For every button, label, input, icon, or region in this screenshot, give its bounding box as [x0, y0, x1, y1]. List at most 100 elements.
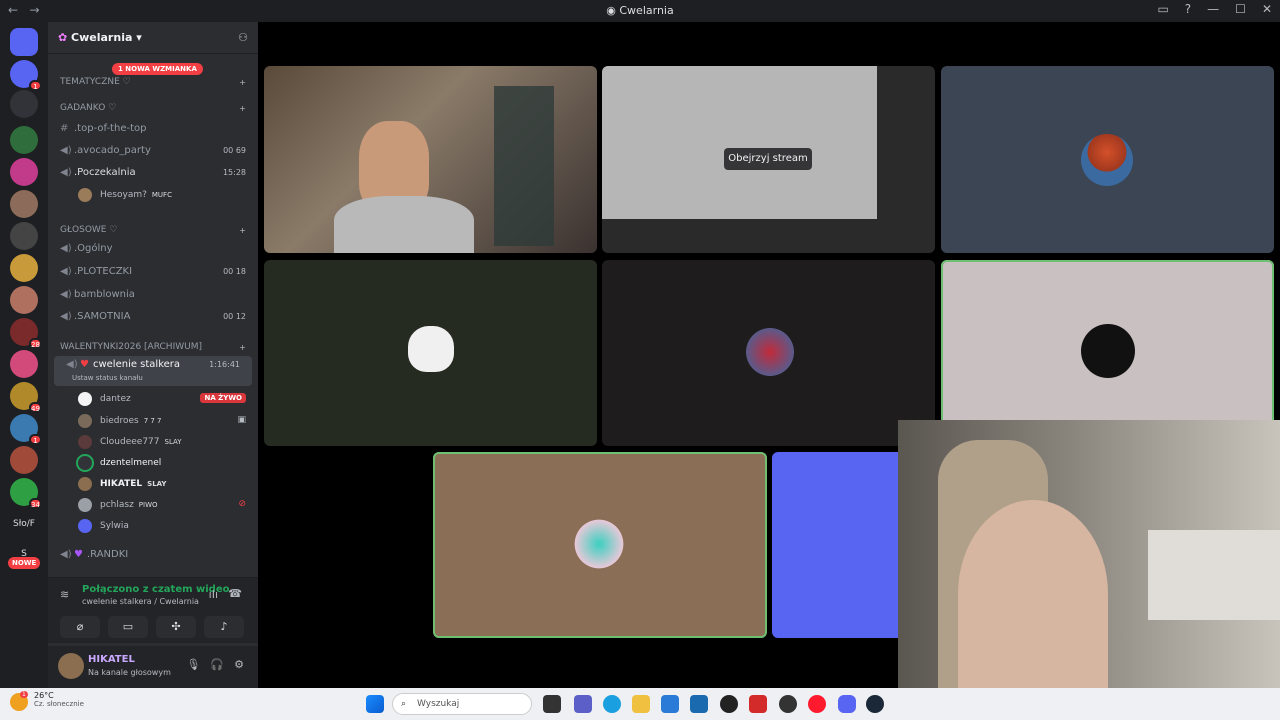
- channel-count: 00 69: [223, 145, 246, 155]
- voice-user[interactable]: Sylwia: [78, 517, 129, 535]
- app-icon[interactable]: [690, 695, 708, 713]
- server-icon[interactable]: [10, 446, 38, 474]
- server-discord-icon[interactable]: 1: [10, 60, 42, 91]
- minimize-icon[interactable]: —: [1207, 2, 1219, 16]
- server-icon[interactable]: [10, 158, 38, 186]
- channel-ploteczki[interactable]: ◀) .PLOTECZKI 00 18: [48, 261, 258, 281]
- disconnect-icon[interactable]: ☎: [228, 587, 242, 600]
- video-tile-partial[interactable]: [772, 452, 900, 638]
- add-channel-icon[interactable]: +: [239, 78, 246, 87]
- discord-icon[interactable]: [838, 695, 856, 713]
- video-tile-avatar[interactable]: [941, 66, 1274, 253]
- voice-user-speaking[interactable]: dzentelmenel: [76, 454, 161, 472]
- add-channel-icon[interactable]: +: [239, 226, 246, 235]
- weather-temp: 26°C: [34, 691, 54, 700]
- voice-user[interactable]: dantez: [78, 390, 131, 408]
- voice-user[interactable]: Cloudeee777 SLAY: [78, 433, 182, 451]
- video-tile-avatar[interactable]: [264, 260, 597, 446]
- watch-stream-button[interactable]: Obejrzyj stream: [724, 148, 812, 170]
- taskbar-search[interactable]: ⌕ Wyszukaj: [392, 693, 532, 715]
- heart-icon: ♥: [74, 548, 83, 560]
- edge-icon[interactable]: [603, 695, 621, 713]
- voice-user[interactable]: HIKATEL SLAY: [78, 475, 166, 493]
- channel-cwelenie-stalkera[interactable]: ◀) ♥ cwelenie stalkera 1:16:41 Ustaw sta…: [54, 356, 252, 386]
- server-icon[interactable]: 49: [10, 382, 42, 413]
- server-icon[interactable]: [10, 190, 38, 218]
- channel-poczekalnia[interactable]: ◀) .Poczekalnia 15:28: [48, 162, 258, 182]
- avatar: [76, 454, 94, 472]
- windows-taskbar: 1 26°C Cz. słonecznie ⌕ Wyszukaj: [0, 688, 1280, 720]
- add-member-icon[interactable]: ⚇: [238, 31, 248, 44]
- server-icon[interactable]: 28: [10, 318, 42, 349]
- user-name[interactable]: HIKATEL: [88, 654, 135, 665]
- app-icon[interactable]: [779, 695, 797, 713]
- windows-start-icon[interactable]: [366, 695, 384, 713]
- user-avatar[interactable]: [58, 653, 84, 679]
- video-tile-camera[interactable]: [264, 66, 597, 253]
- avatar: [78, 477, 92, 491]
- video-tile-avatar[interactable]: [602, 260, 935, 446]
- channel-count: 00 18: [223, 266, 246, 276]
- category-tematyczne[interactable]: TEMATYCZNE ♡ +: [48, 72, 258, 92]
- soundboard-button[interactable]: ♪: [204, 616, 244, 638]
- category-gadanko[interactable]: GADANKO ♡ +: [48, 98, 258, 118]
- app-icon[interactable]: [749, 695, 767, 713]
- video-tile-stream[interactable]: Obejrzyj stream: [602, 66, 935, 253]
- inbox-icon[interactable]: ▭: [1157, 2, 1168, 16]
- user-tag: SLAY: [147, 480, 167, 488]
- channel-randki[interactable]: ◀) ♥ .RANDKI: [48, 544, 258, 564]
- channel-top-of-the-top[interactable]: # .top-of-the-top: [48, 118, 258, 138]
- home-icon[interactable]: [10, 28, 38, 56]
- add-channel-icon[interactable]: +: [239, 343, 246, 352]
- server-icon[interactable]: 1: [10, 414, 42, 445]
- new-badge[interactable]: NOWE: [8, 557, 41, 569]
- server-icon[interactable]: [10, 350, 38, 378]
- category-glosowe[interactable]: GŁOSOWE ♡ +: [48, 220, 258, 240]
- task-view-icon[interactable]: [543, 695, 561, 713]
- server-icon[interactable]: 34: [10, 478, 42, 509]
- settings-gear-icon[interactable]: ⚙: [234, 658, 244, 671]
- video-tile-avatar-speaking[interactable]: [433, 452, 767, 638]
- add-channel-icon[interactable]: +: [239, 104, 246, 113]
- server-icon[interactable]: [10, 254, 38, 282]
- channel-avocado-party[interactable]: ◀) .avocado_party 00 69: [48, 140, 258, 160]
- maximize-icon[interactable]: ☐: [1235, 2, 1246, 16]
- help-icon[interactable]: ?: [1185, 2, 1191, 16]
- screen-share-button[interactable]: ▭: [108, 616, 148, 638]
- file-explorer-icon[interactable]: [632, 695, 650, 713]
- teams-icon[interactable]: [574, 695, 592, 713]
- camera-icon: ▣: [237, 415, 246, 425]
- channel-samotnia[interactable]: ◀) .SAMOTNIA 00 12: [48, 306, 258, 326]
- channel-ogolny[interactable]: ◀) .Ogólny: [48, 238, 258, 258]
- github-icon[interactable]: [720, 695, 738, 713]
- headphones-icon[interactable]: 🎧: [210, 658, 224, 671]
- channel-bamblownia[interactable]: ◀) bamblownia: [48, 284, 258, 304]
- opera-icon[interactable]: [808, 695, 826, 713]
- speaker-icon: ◀): [60, 144, 72, 156]
- guild-header[interactable]: ✿ Cwelarnia ▾ ⚇: [48, 22, 258, 54]
- camera-toggle-button[interactable]: ⌀: [60, 616, 100, 638]
- server-icon[interactable]: [10, 222, 38, 250]
- set-status-link[interactable]: Ustaw status kanału: [72, 374, 143, 382]
- microphone-icon[interactable]: 🎙: [186, 658, 200, 671]
- voice-user[interactable]: biedroes 7 7 7: [78, 412, 162, 430]
- voice-user[interactable]: Hesoyam? MUFC: [78, 186, 172, 204]
- connection-location[interactable]: cwelenie stalkera / Cwelarnia: [82, 597, 199, 606]
- weather-widget[interactable]: 1 26°C Cz. słonecznie: [10, 691, 84, 711]
- signal-icon[interactable]: ≋: [60, 588, 69, 601]
- user-tag: MUFC: [151, 191, 172, 199]
- server-icon[interactable]: [10, 126, 38, 154]
- steam-icon[interactable]: [866, 695, 884, 713]
- store-icon[interactable]: [661, 695, 679, 713]
- category-walentynki[interactable]: WALENTYNKI2026 [ARCHIWUM] +: [48, 337, 258, 357]
- video-tile-avatar-speaking[interactable]: [941, 260, 1274, 446]
- server-slof-label[interactable]: Sło/F: [6, 519, 42, 529]
- channel-timer: 15:28: [222, 167, 246, 177]
- close-icon[interactable]: ✕: [1262, 2, 1272, 16]
- activities-button[interactable]: ✣: [156, 616, 196, 638]
- server-hourglass-icon[interactable]: [10, 90, 38, 118]
- noise-suppression-icon[interactable]: ıIı: [209, 588, 218, 601]
- server-icon[interactable]: [10, 286, 38, 314]
- user-tag: PIWO: [138, 501, 158, 509]
- voice-user[interactable]: pchlasz PIWO: [78, 496, 158, 514]
